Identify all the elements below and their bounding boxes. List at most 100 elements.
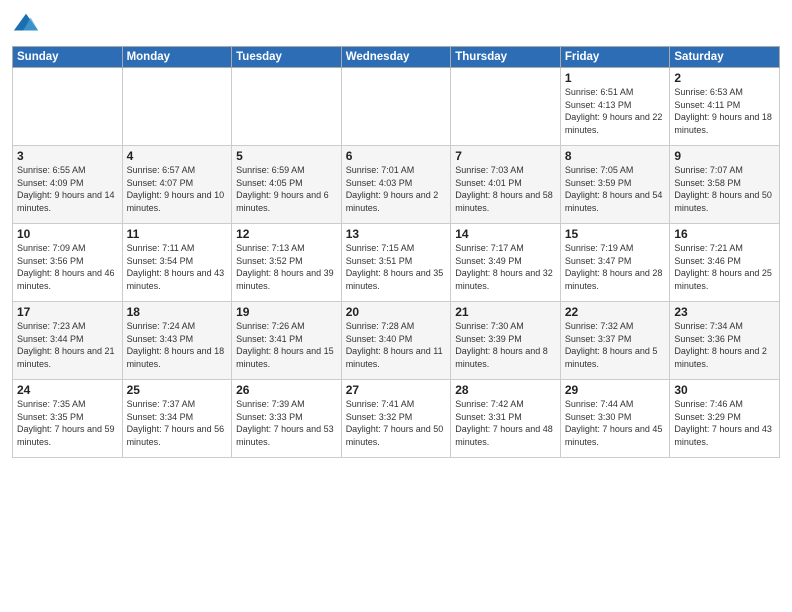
day-info: Sunrise: 7:30 AM Sunset: 3:39 PM Dayligh… <box>455 320 556 370</box>
day-number: 20 <box>346 305 447 319</box>
calendar-cell: 11Sunrise: 7:11 AM Sunset: 3:54 PM Dayli… <box>122 224 232 302</box>
day-number: 8 <box>565 149 666 163</box>
calendar-cell: 1Sunrise: 6:51 AM Sunset: 4:13 PM Daylig… <box>560 68 670 146</box>
calendar-cell: 17Sunrise: 7:23 AM Sunset: 3:44 PM Dayli… <box>13 302 123 380</box>
day-info: Sunrise: 7:01 AM Sunset: 4:03 PM Dayligh… <box>346 164 447 214</box>
calendar-cell: 2Sunrise: 6:53 AM Sunset: 4:11 PM Daylig… <box>670 68 780 146</box>
day-info: Sunrise: 6:53 AM Sunset: 4:11 PM Dayligh… <box>674 86 775 136</box>
calendar-cell: 30Sunrise: 7:46 AM Sunset: 3:29 PM Dayli… <box>670 380 780 458</box>
day-info: Sunrise: 7:05 AM Sunset: 3:59 PM Dayligh… <box>565 164 666 214</box>
day-info: Sunrise: 6:51 AM Sunset: 4:13 PM Dayligh… <box>565 86 666 136</box>
calendar-cell: 4Sunrise: 6:57 AM Sunset: 4:07 PM Daylig… <box>122 146 232 224</box>
calendar-header-friday: Friday <box>560 47 670 68</box>
calendar-cell: 22Sunrise: 7:32 AM Sunset: 3:37 PM Dayli… <box>560 302 670 380</box>
day-info: Sunrise: 7:13 AM Sunset: 3:52 PM Dayligh… <box>236 242 337 292</box>
day-info: Sunrise: 7:42 AM Sunset: 3:31 PM Dayligh… <box>455 398 556 448</box>
day-info: Sunrise: 7:37 AM Sunset: 3:34 PM Dayligh… <box>127 398 228 448</box>
day-info: Sunrise: 7:23 AM Sunset: 3:44 PM Dayligh… <box>17 320 118 370</box>
calendar-header-sunday: Sunday <box>13 47 123 68</box>
day-number: 15 <box>565 227 666 241</box>
calendar-header-wednesday: Wednesday <box>341 47 451 68</box>
day-number: 22 <box>565 305 666 319</box>
calendar-cell: 18Sunrise: 7:24 AM Sunset: 3:43 PM Dayli… <box>122 302 232 380</box>
calendar-cell <box>122 68 232 146</box>
day-number: 25 <box>127 383 228 397</box>
calendar-cell: 24Sunrise: 7:35 AM Sunset: 3:35 PM Dayli… <box>13 380 123 458</box>
day-info: Sunrise: 6:57 AM Sunset: 4:07 PM Dayligh… <box>127 164 228 214</box>
day-number: 5 <box>236 149 337 163</box>
calendar-week-4: 17Sunrise: 7:23 AM Sunset: 3:44 PM Dayli… <box>13 302 780 380</box>
calendar-cell <box>341 68 451 146</box>
calendar-cell: 12Sunrise: 7:13 AM Sunset: 3:52 PM Dayli… <box>232 224 342 302</box>
day-number: 9 <box>674 149 775 163</box>
calendar-header-saturday: Saturday <box>670 47 780 68</box>
day-info: Sunrise: 6:55 AM Sunset: 4:09 PM Dayligh… <box>17 164 118 214</box>
day-info: Sunrise: 7:26 AM Sunset: 3:41 PM Dayligh… <box>236 320 337 370</box>
day-info: Sunrise: 7:44 AM Sunset: 3:30 PM Dayligh… <box>565 398 666 448</box>
calendar-table: SundayMondayTuesdayWednesdayThursdayFrid… <box>12 46 780 458</box>
day-info: Sunrise: 7:09 AM Sunset: 3:56 PM Dayligh… <box>17 242 118 292</box>
calendar-cell: 19Sunrise: 7:26 AM Sunset: 3:41 PM Dayli… <box>232 302 342 380</box>
day-number: 30 <box>674 383 775 397</box>
day-info: Sunrise: 7:34 AM Sunset: 3:36 PM Dayligh… <box>674 320 775 370</box>
day-number: 2 <box>674 71 775 85</box>
calendar-cell: 21Sunrise: 7:30 AM Sunset: 3:39 PM Dayli… <box>451 302 561 380</box>
logo-icon <box>12 10 40 38</box>
day-number: 13 <box>346 227 447 241</box>
day-info: Sunrise: 7:15 AM Sunset: 3:51 PM Dayligh… <box>346 242 447 292</box>
day-number: 27 <box>346 383 447 397</box>
calendar-week-1: 1Sunrise: 6:51 AM Sunset: 4:13 PM Daylig… <box>13 68 780 146</box>
calendar-cell: 28Sunrise: 7:42 AM Sunset: 3:31 PM Dayli… <box>451 380 561 458</box>
calendar-cell: 10Sunrise: 7:09 AM Sunset: 3:56 PM Dayli… <box>13 224 123 302</box>
day-info: Sunrise: 7:46 AM Sunset: 3:29 PM Dayligh… <box>674 398 775 448</box>
calendar-cell <box>13 68 123 146</box>
calendar-cell <box>232 68 342 146</box>
calendar-cell: 9Sunrise: 7:07 AM Sunset: 3:58 PM Daylig… <box>670 146 780 224</box>
day-number: 24 <box>17 383 118 397</box>
calendar-cell: 23Sunrise: 7:34 AM Sunset: 3:36 PM Dayli… <box>670 302 780 380</box>
day-info: Sunrise: 7:21 AM Sunset: 3:46 PM Dayligh… <box>674 242 775 292</box>
day-info: Sunrise: 7:24 AM Sunset: 3:43 PM Dayligh… <box>127 320 228 370</box>
calendar-header-tuesday: Tuesday <box>232 47 342 68</box>
day-info: Sunrise: 7:19 AM Sunset: 3:47 PM Dayligh… <box>565 242 666 292</box>
day-number: 6 <box>346 149 447 163</box>
calendar-cell <box>451 68 561 146</box>
day-number: 4 <box>127 149 228 163</box>
day-number: 17 <box>17 305 118 319</box>
calendar-cell: 3Sunrise: 6:55 AM Sunset: 4:09 PM Daylig… <box>13 146 123 224</box>
day-number: 18 <box>127 305 228 319</box>
day-number: 19 <box>236 305 337 319</box>
page: SundayMondayTuesdayWednesdayThursdayFrid… <box>0 0 792 612</box>
day-number: 10 <box>17 227 118 241</box>
day-number: 12 <box>236 227 337 241</box>
day-number: 11 <box>127 227 228 241</box>
day-number: 7 <box>455 149 556 163</box>
day-number: 28 <box>455 383 556 397</box>
calendar-cell: 5Sunrise: 6:59 AM Sunset: 4:05 PM Daylig… <box>232 146 342 224</box>
calendar-cell: 13Sunrise: 7:15 AM Sunset: 3:51 PM Dayli… <box>341 224 451 302</box>
day-number: 16 <box>674 227 775 241</box>
calendar-week-3: 10Sunrise: 7:09 AM Sunset: 3:56 PM Dayli… <box>13 224 780 302</box>
calendar-cell: 26Sunrise: 7:39 AM Sunset: 3:33 PM Dayli… <box>232 380 342 458</box>
calendar-week-2: 3Sunrise: 6:55 AM Sunset: 4:09 PM Daylig… <box>13 146 780 224</box>
calendar-cell: 16Sunrise: 7:21 AM Sunset: 3:46 PM Dayli… <box>670 224 780 302</box>
calendar-cell: 14Sunrise: 7:17 AM Sunset: 3:49 PM Dayli… <box>451 224 561 302</box>
day-info: Sunrise: 7:28 AM Sunset: 3:40 PM Dayligh… <box>346 320 447 370</box>
day-number: 21 <box>455 305 556 319</box>
calendar-cell: 7Sunrise: 7:03 AM Sunset: 4:01 PM Daylig… <box>451 146 561 224</box>
day-info: Sunrise: 6:59 AM Sunset: 4:05 PM Dayligh… <box>236 164 337 214</box>
calendar-cell: 6Sunrise: 7:01 AM Sunset: 4:03 PM Daylig… <box>341 146 451 224</box>
calendar-cell: 20Sunrise: 7:28 AM Sunset: 3:40 PM Dayli… <box>341 302 451 380</box>
calendar-cell: 27Sunrise: 7:41 AM Sunset: 3:32 PM Dayli… <box>341 380 451 458</box>
calendar-cell: 25Sunrise: 7:37 AM Sunset: 3:34 PM Dayli… <box>122 380 232 458</box>
day-info: Sunrise: 7:03 AM Sunset: 4:01 PM Dayligh… <box>455 164 556 214</box>
calendar-header-thursday: Thursday <box>451 47 561 68</box>
day-number: 1 <box>565 71 666 85</box>
day-info: Sunrise: 7:35 AM Sunset: 3:35 PM Dayligh… <box>17 398 118 448</box>
day-info: Sunrise: 7:39 AM Sunset: 3:33 PM Dayligh… <box>236 398 337 448</box>
calendar-week-5: 24Sunrise: 7:35 AM Sunset: 3:35 PM Dayli… <box>13 380 780 458</box>
day-info: Sunrise: 7:17 AM Sunset: 3:49 PM Dayligh… <box>455 242 556 292</box>
calendar-header-monday: Monday <box>122 47 232 68</box>
calendar-header-row: SundayMondayTuesdayWednesdayThursdayFrid… <box>13 47 780 68</box>
header <box>12 10 780 38</box>
